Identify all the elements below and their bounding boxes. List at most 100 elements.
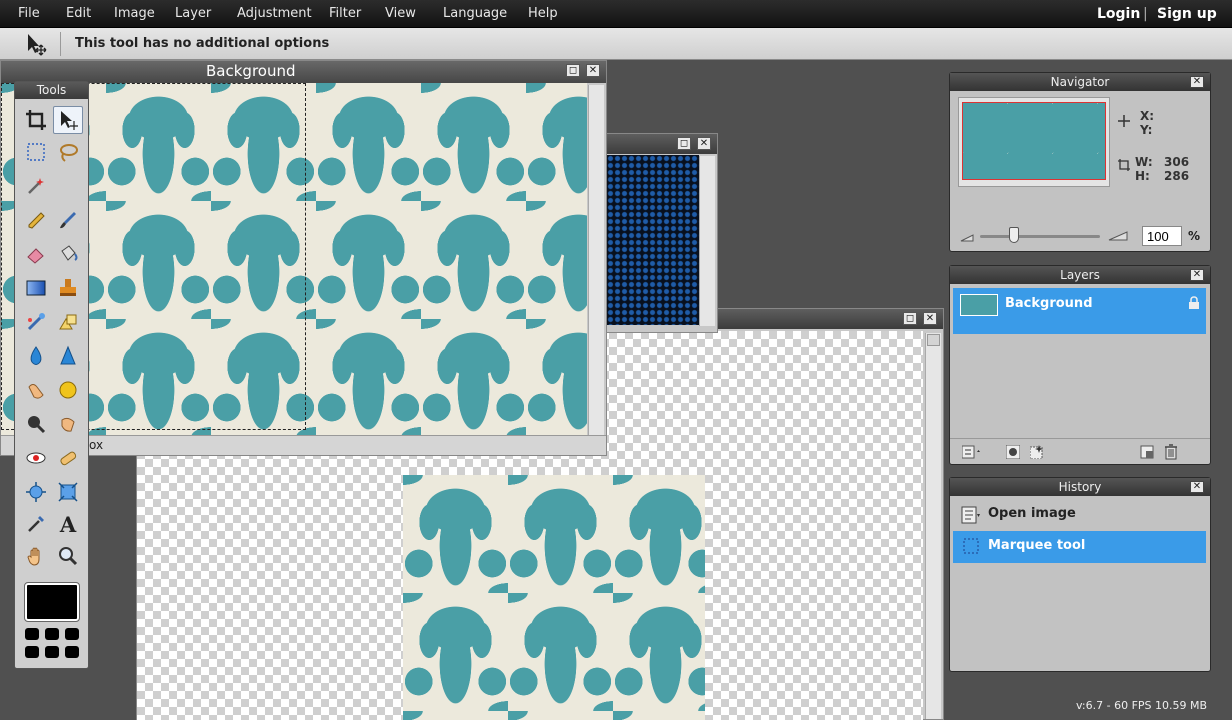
x-label: X:	[1140, 109, 1155, 123]
layer-thumbnail	[960, 294, 998, 316]
window-close-button[interactable]: ✕	[697, 137, 711, 150]
navigator-preview[interactable]	[962, 102, 1106, 180]
vertical-scrollbar[interactable]	[699, 156, 715, 326]
signup-link[interactable]: Sign up	[1157, 6, 1217, 22]
zoom-slider-track[interactable]	[980, 235, 1100, 238]
navigator-preview-frame	[958, 97, 1110, 187]
y-label: Y:	[1140, 123, 1153, 137]
navigator-title: Navigator	[950, 73, 1210, 91]
window-titlebar[interactable]: Background ◻ ✕	[1, 61, 606, 83]
window-maximize-button[interactable]: ◻	[566, 64, 580, 77]
preset-dot[interactable]	[65, 646, 79, 658]
red-eye-tool-icon[interactable]	[21, 444, 51, 472]
w-value: 306	[1164, 155, 1190, 169]
fill-bucket-tool-icon[interactable]	[53, 240, 83, 268]
document-window-background[interactable]: Background ◻ ✕ ox	[0, 60, 607, 456]
eraser-tool-icon[interactable]	[21, 240, 51, 268]
layers-close-button[interactable]: ✕	[1190, 269, 1204, 281]
window-title: Background	[206, 62, 296, 80]
zoom-in-icon[interactable]	[1108, 230, 1128, 245]
history-close-button[interactable]: ✕	[1190, 481, 1204, 493]
zoom-out-icon[interactable]	[960, 231, 974, 246]
clone-stamp-tool-icon[interactable]	[53, 274, 83, 302]
position-crosshair-icon	[1118, 115, 1130, 131]
w-label: W:	[1135, 155, 1153, 169]
brush-tool-icon[interactable]	[53, 206, 83, 234]
window-close-button[interactable]: ✕	[586, 64, 600, 77]
window-statusbar: ox	[1, 435, 606, 455]
size-icon	[1118, 159, 1130, 175]
vertical-scrollbar[interactable]	[925, 333, 941, 719]
menu-file[interactable]: File	[18, 6, 40, 21]
lasso-tool-icon[interactable]	[53, 138, 83, 166]
history-panel: History ✕ Open image Marquee tool	[949, 477, 1211, 672]
menu-language[interactable]: Language	[443, 6, 507, 21]
layers-panel: Layers ✕ Background	[949, 265, 1211, 465]
navigator-panel: Navigator ✕ X: Y: W: 306 H: 286 %	[949, 72, 1211, 252]
window-maximize-button[interactable]: ◻	[903, 312, 917, 325]
color-picker-tool-icon[interactable]	[21, 510, 51, 538]
delete-layer-icon[interactable]	[1164, 444, 1178, 464]
history-item-label: Open image	[988, 506, 1076, 521]
smudge-tool-icon[interactable]	[21, 376, 51, 404]
tools-palette: Tools A	[14, 81, 89, 669]
sponge-tool-icon[interactable]	[53, 376, 83, 404]
pinch-tool-icon[interactable]	[53, 478, 83, 506]
foreground-color-swatch[interactable]	[24, 582, 80, 622]
h-value: 286	[1164, 169, 1190, 183]
pasted-pattern-layer[interactable]	[403, 475, 705, 720]
history-item[interactable]: Open image	[953, 500, 1206, 532]
color-replace-tool-icon[interactable]	[21, 308, 51, 336]
bloat-tool-icon[interactable]	[21, 478, 51, 506]
menu-edit[interactable]: Edit	[66, 6, 91, 21]
pencil-tool-icon[interactable]	[21, 206, 51, 234]
preset-dot[interactable]	[45, 628, 59, 640]
window-close-button[interactable]: ✕	[923, 312, 937, 325]
hand-tool-icon[interactable]	[21, 542, 51, 570]
sharpen-tool-icon[interactable]	[53, 342, 83, 370]
dodge-tool-icon[interactable]	[21, 410, 51, 438]
canvas-dark-image[interactable]	[607, 155, 699, 325]
history-title: History	[950, 478, 1210, 496]
window-titlebar[interactable]: ◻ ✕	[607, 134, 717, 154]
preset-dot[interactable]	[25, 628, 39, 640]
drawing-tool-icon[interactable]	[53, 308, 83, 336]
h-label: H:	[1135, 169, 1150, 183]
layers-toolbar	[950, 438, 1210, 464]
zoom-slider-thumb[interactable]	[1008, 227, 1019, 243]
scroll-up-button[interactable]	[927, 334, 940, 346]
document-window-dark[interactable]: ◻ ✕	[606, 133, 718, 333]
new-layer-icon[interactable]	[1140, 445, 1154, 463]
status-text: v:6.7 - 60 FPS 10.59 MB	[1076, 699, 1208, 712]
login-link[interactable]: Login	[1097, 6, 1140, 22]
history-item[interactable]: Marquee tool	[953, 531, 1206, 563]
menu-layer[interactable]: Layer	[175, 6, 211, 21]
navigator-close-button[interactable]: ✕	[1190, 76, 1204, 88]
window-maximize-button[interactable]: ◻	[677, 137, 691, 150]
blur-tool-icon[interactable]	[21, 342, 51, 370]
preset-dot[interactable]	[45, 646, 59, 658]
move-tool-icon	[20, 31, 50, 57]
move-tool-icon[interactable]	[53, 106, 83, 134]
spot-heal-tool-icon[interactable]	[53, 444, 83, 472]
magic-wand-tool-icon[interactable]	[21, 172, 51, 200]
preset-dot[interactable]	[65, 628, 79, 640]
layer-mask-icon[interactable]	[1005, 444, 1021, 463]
crop-tool-icon[interactable]	[21, 106, 51, 134]
layer-styles-icon[interactable]	[1029, 445, 1044, 463]
type-tool-icon[interactable]: A	[53, 510, 83, 538]
preset-dot[interactable]	[25, 646, 39, 658]
layer-settings-icon[interactable]	[961, 445, 982, 463]
menu-view[interactable]: View	[385, 6, 416, 21]
marquee-tool-icon[interactable]	[21, 138, 51, 166]
layer-row[interactable]: Background	[953, 288, 1206, 334]
menu-image[interactable]: Image	[114, 6, 155, 21]
zoom-tool-icon[interactable]	[53, 542, 83, 570]
zoom-input[interactable]	[1142, 226, 1182, 246]
menu-adjustment[interactable]: Adjustment	[237, 6, 312, 21]
burn-tool-icon[interactable]	[53, 410, 83, 438]
gradient-tool-icon[interactable]	[21, 274, 51, 302]
menu-filter[interactable]: Filter	[329, 6, 361, 21]
menu-help[interactable]: Help	[528, 6, 558, 21]
vertical-scrollbar[interactable]	[588, 85, 604, 435]
